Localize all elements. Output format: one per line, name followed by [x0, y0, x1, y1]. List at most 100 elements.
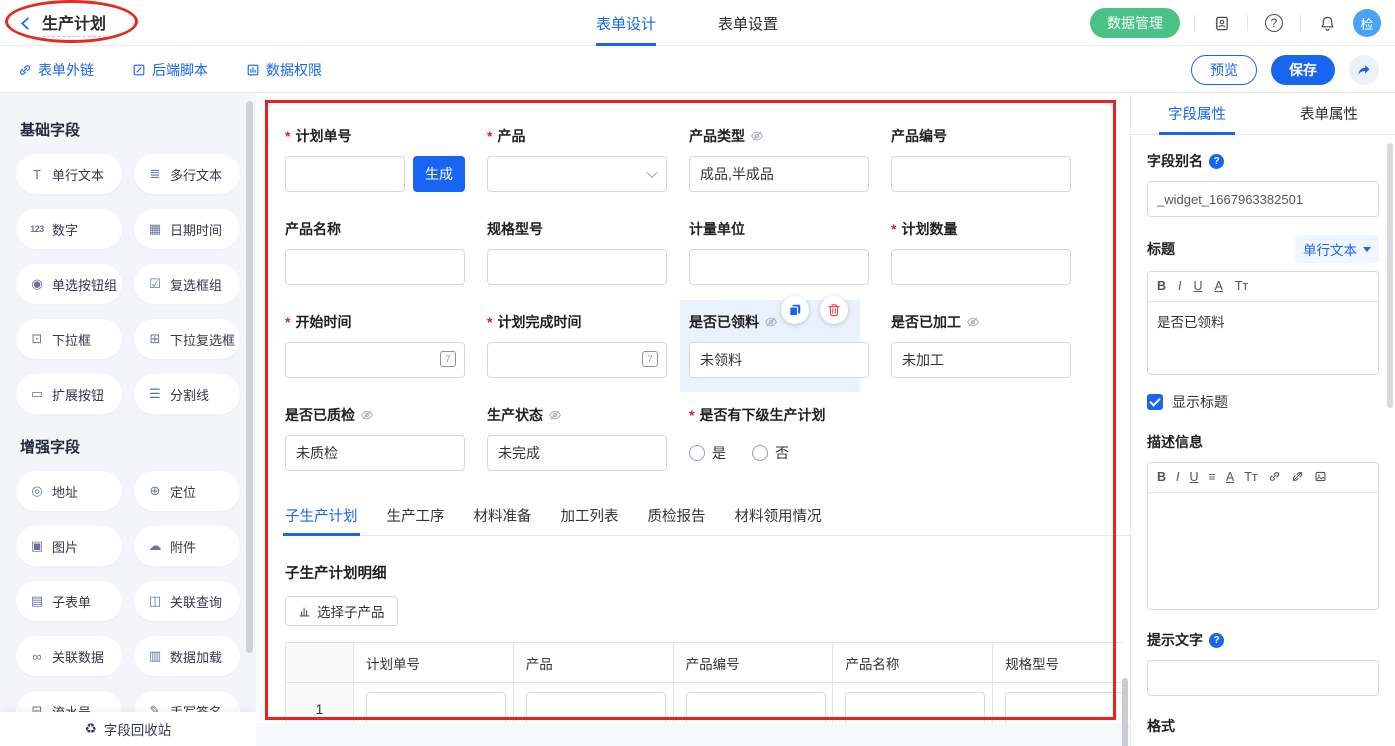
field-alias-input[interactable]	[1147, 181, 1379, 217]
sidebar-item-image[interactable]: ▣图片	[16, 526, 122, 566]
sidebar-scrollbar[interactable]	[246, 101, 253, 653]
select-sub-product-button[interactable]: 选择子产品	[285, 596, 398, 626]
tab-form-settings[interactable]: 表单设置	[718, 0, 778, 46]
copy-field-button[interactable]	[781, 296, 809, 324]
sidebar-item-location[interactable]: ⊕定位	[134, 471, 240, 511]
field-plan-qty[interactable]: *计划数量	[891, 219, 1071, 285]
sidebar-item-relation-data[interactable]: ∞关联数据	[16, 636, 122, 676]
align-button[interactable]: ≡	[1209, 471, 1216, 484]
bold-button[interactable]: B	[1157, 280, 1166, 293]
field-plan-number[interactable]: *计划单号 生成	[285, 126, 465, 192]
start-time-input[interactable]	[285, 342, 465, 378]
finish-time-input[interactable]	[487, 342, 667, 378]
field-product[interactable]: *产品	[487, 126, 667, 192]
processed-input[interactable]	[891, 342, 1071, 378]
user-avatar[interactable]: 检	[1353, 9, 1381, 37]
sidebar-item-attachment[interactable]: ☁附件	[134, 526, 240, 566]
description-textarea[interactable]	[1148, 493, 1378, 609]
back-button[interactable]: 生产计划	[18, 0, 106, 46]
sidebar-item-divider-line[interactable]: ☰分割线	[134, 374, 240, 414]
notification-bell-icon[interactable]	[1315, 11, 1339, 35]
remove-link-button[interactable]	[1291, 470, 1304, 486]
sidebar-item-extend-button[interactable]: ▭扩展按钮	[16, 374, 122, 414]
plan-number-input[interactable]	[285, 156, 405, 192]
sidebar-item-checkbox-group[interactable]: ☑复选框组	[134, 264, 240, 304]
title-type-dropdown[interactable]: 单行文本	[1295, 235, 1379, 263]
field-material-received-selected[interactable]: 是否已领料	[680, 300, 860, 392]
tab-form-design[interactable]: 表单设计	[596, 0, 656, 46]
underline-button[interactable]: U	[1190, 471, 1199, 484]
tab-quality-report[interactable]: 质检报告	[648, 505, 706, 535]
properties-scrollbar[interactable]	[1387, 143, 1393, 408]
sidebar-item-dropdown-multi[interactable]: ⊞下拉复选框	[134, 319, 240, 359]
product-code-input[interactable]	[891, 156, 1071, 192]
inspected-input[interactable]	[285, 435, 465, 471]
field-product-code[interactable]: 产品编号	[891, 126, 1071, 192]
bold-button[interactable]: B	[1157, 471, 1166, 484]
tab-sub-production-plan[interactable]: 子生产计划	[285, 505, 358, 535]
spec-model-input[interactable]	[487, 249, 667, 285]
data-manage-button[interactable]: 数据管理	[1090, 8, 1180, 38]
delete-field-button[interactable]	[820, 296, 848, 324]
sidebar-item-address[interactable]: ◎地址	[16, 471, 122, 511]
help-icon[interactable]	[1262, 11, 1286, 35]
sidebar-item-relation-query[interactable]: ◫关联查询	[134, 581, 240, 621]
product-name-input[interactable]	[285, 249, 465, 285]
generate-button[interactable]: 生成	[413, 156, 465, 192]
font-color-button[interactable]: A	[1226, 471, 1234, 484]
share-button[interactable]	[1349, 55, 1379, 85]
field-has-sub-plan[interactable]: *是否有下级生产计划 是 否	[689, 405, 1069, 471]
preview-button[interactable]: 预览	[1191, 55, 1257, 85]
insert-link-button[interactable]	[1268, 470, 1281, 486]
field-finish-time[interactable]: *计划完成时间	[487, 312, 667, 378]
production-status-input[interactable]	[487, 435, 667, 471]
tab-material-preparation[interactable]: 材料准备	[474, 505, 532, 535]
help-icon[interactable]	[1209, 154, 1224, 169]
field-unit[interactable]: 计量单位	[689, 219, 869, 285]
font-size-button[interactable]: Tт	[1244, 471, 1257, 484]
field-inspected[interactable]: 是否已质检	[285, 405, 465, 471]
italic-button[interactable]: I	[1178, 280, 1181, 293]
sidebar-item-data-load[interactable]: ▥数据加载	[134, 636, 240, 676]
field-product-name[interactable]: 产品名称	[285, 219, 465, 285]
radio-yes[interactable]: 是	[689, 443, 726, 463]
sidebar-item-number[interactable]: 123数字	[16, 209, 122, 249]
font-color-button[interactable]: A	[1215, 280, 1223, 293]
show-title-checkbox[interactable]: 显示标题	[1147, 392, 1379, 412]
insert-image-button[interactable]	[1314, 470, 1327, 486]
data-permission-link[interactable]: 数据权限	[246, 60, 322, 80]
title-content-textarea[interactable]: 是否已领料	[1148, 302, 1378, 374]
sidebar-item-datetime[interactable]: ▦日期时间	[134, 209, 240, 249]
product-type-input[interactable]	[689, 156, 869, 192]
sidebar-item-radio-group[interactable]: ◉单选按钮组	[16, 264, 122, 304]
field-recycle-bin[interactable]: ♻ 字段回收站	[0, 712, 256, 746]
canvas-scrollbar[interactable]	[1122, 678, 1128, 746]
tab-production-process[interactable]: 生产工序	[387, 505, 445, 535]
material-received-input[interactable]	[689, 342, 869, 378]
tab-material-usage[interactable]: 材料领用情况	[735, 505, 822, 535]
field-product-type[interactable]: 产品类型	[689, 126, 869, 192]
sidebar-item-multi-line-text[interactable]: ≣多行文本	[134, 154, 240, 194]
sidebar-item-single-line-text[interactable]: T单行文本	[16, 154, 122, 194]
contact-book-icon[interactable]	[1209, 11, 1233, 35]
plan-qty-input[interactable]	[891, 249, 1071, 285]
form-external-link[interactable]: 表单外链	[18, 60, 94, 80]
field-start-time[interactable]: *开始时间	[285, 312, 465, 378]
sidebar-item-subform[interactable]: ▤子表单	[16, 581, 122, 621]
unit-input[interactable]	[689, 249, 869, 285]
field-processed[interactable]: 是否已加工	[891, 312, 1071, 378]
help-icon[interactable]	[1209, 633, 1224, 648]
tab-field-properties[interactable]: 字段属性	[1131, 93, 1263, 134]
tab-form-properties[interactable]: 表单属性	[1263, 93, 1395, 134]
tab-processing-list[interactable]: 加工列表	[561, 505, 619, 535]
product-select[interactable]	[487, 156, 667, 192]
field-production-status[interactable]: 生产状态	[487, 405, 667, 471]
backend-script-link[interactable]: 后端脚本	[132, 60, 208, 80]
sidebar-item-dropdown[interactable]: ⊡下拉框	[16, 319, 122, 359]
radio-no[interactable]: 否	[752, 443, 789, 463]
underline-button[interactable]: U	[1194, 280, 1203, 293]
save-button[interactable]: 保存	[1271, 55, 1335, 85]
hint-text-input[interactable]	[1147, 660, 1379, 696]
font-size-button[interactable]: Tт	[1235, 280, 1248, 293]
italic-button[interactable]: I	[1176, 471, 1179, 484]
